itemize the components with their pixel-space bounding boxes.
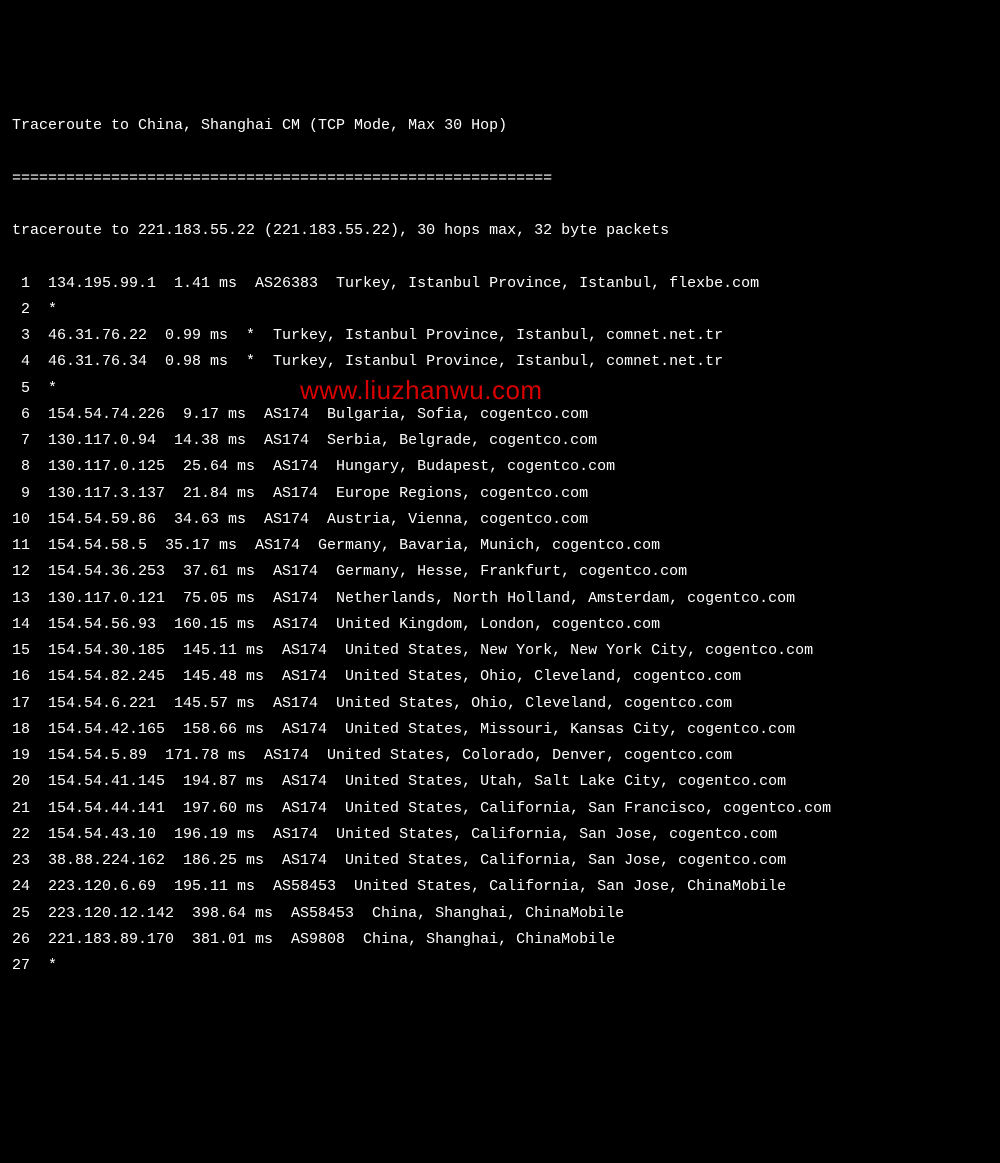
hop-row: 25 223.120.12.142 398.64 ms AS58453 Chin…: [12, 901, 988, 927]
hop-row: 2 *: [12, 297, 988, 323]
hop-row: 11 154.54.58.5 35.17 ms AS174 Germany, B…: [12, 533, 988, 559]
hop-row: 15 154.54.30.185 145.11 ms AS174 United …: [12, 638, 988, 664]
hop-row: 22 154.54.43.10 196.19 ms AS174 United S…: [12, 822, 988, 848]
hop-row: 17 154.54.6.221 145.57 ms AS174 United S…: [12, 691, 988, 717]
hop-row: 18 154.54.42.165 158.66 ms AS174 United …: [12, 717, 988, 743]
hop-row: 12 154.54.36.253 37.61 ms AS174 Germany,…: [12, 559, 988, 585]
hop-row: 27 *: [12, 953, 988, 979]
hop-row: 20 154.54.41.145 194.87 ms AS174 United …: [12, 769, 988, 795]
hop-row: 16 154.54.82.245 145.48 ms AS174 United …: [12, 664, 988, 690]
hop-row: 24 223.120.6.69 195.11 ms AS58453 United…: [12, 874, 988, 900]
hop-row: 1 134.195.99.1 1.41 ms AS26383 Turkey, I…: [12, 271, 988, 297]
hop-row: 3 46.31.76.22 0.99 ms * Turkey, Istanbul…: [12, 323, 988, 349]
traceroute-title: Traceroute to China, Shanghai CM (TCP Mo…: [12, 113, 988, 139]
hop-row: 21 154.54.44.141 197.60 ms AS174 United …: [12, 796, 988, 822]
separator-line: ========================================…: [12, 166, 988, 192]
hop-row: 7 130.117.0.94 14.38 ms AS174 Serbia, Be…: [12, 428, 988, 454]
hop-row: 19 154.54.5.89 171.78 ms AS174 United St…: [12, 743, 988, 769]
watermark-text: www.liuzhanwu.com: [300, 368, 543, 414]
hop-row: 14 154.54.56.93 160.15 ms AS174 United K…: [12, 612, 988, 638]
hop-row: 9 130.117.3.137 21.84 ms AS174 Europe Re…: [12, 481, 988, 507]
hop-row: 10 154.54.59.86 34.63 ms AS174 Austria, …: [12, 507, 988, 533]
hop-row: 23 38.88.224.162 186.25 ms AS174 United …: [12, 848, 988, 874]
hop-row: 13 130.117.0.121 75.05 ms AS174 Netherla…: [12, 586, 988, 612]
hop-row: 8 130.117.0.125 25.64 ms AS174 Hungary, …: [12, 454, 988, 480]
traceroute-command: traceroute to 221.183.55.22 (221.183.55.…: [12, 218, 988, 244]
hop-row: 26 221.183.89.170 381.01 ms AS9808 China…: [12, 927, 988, 953]
